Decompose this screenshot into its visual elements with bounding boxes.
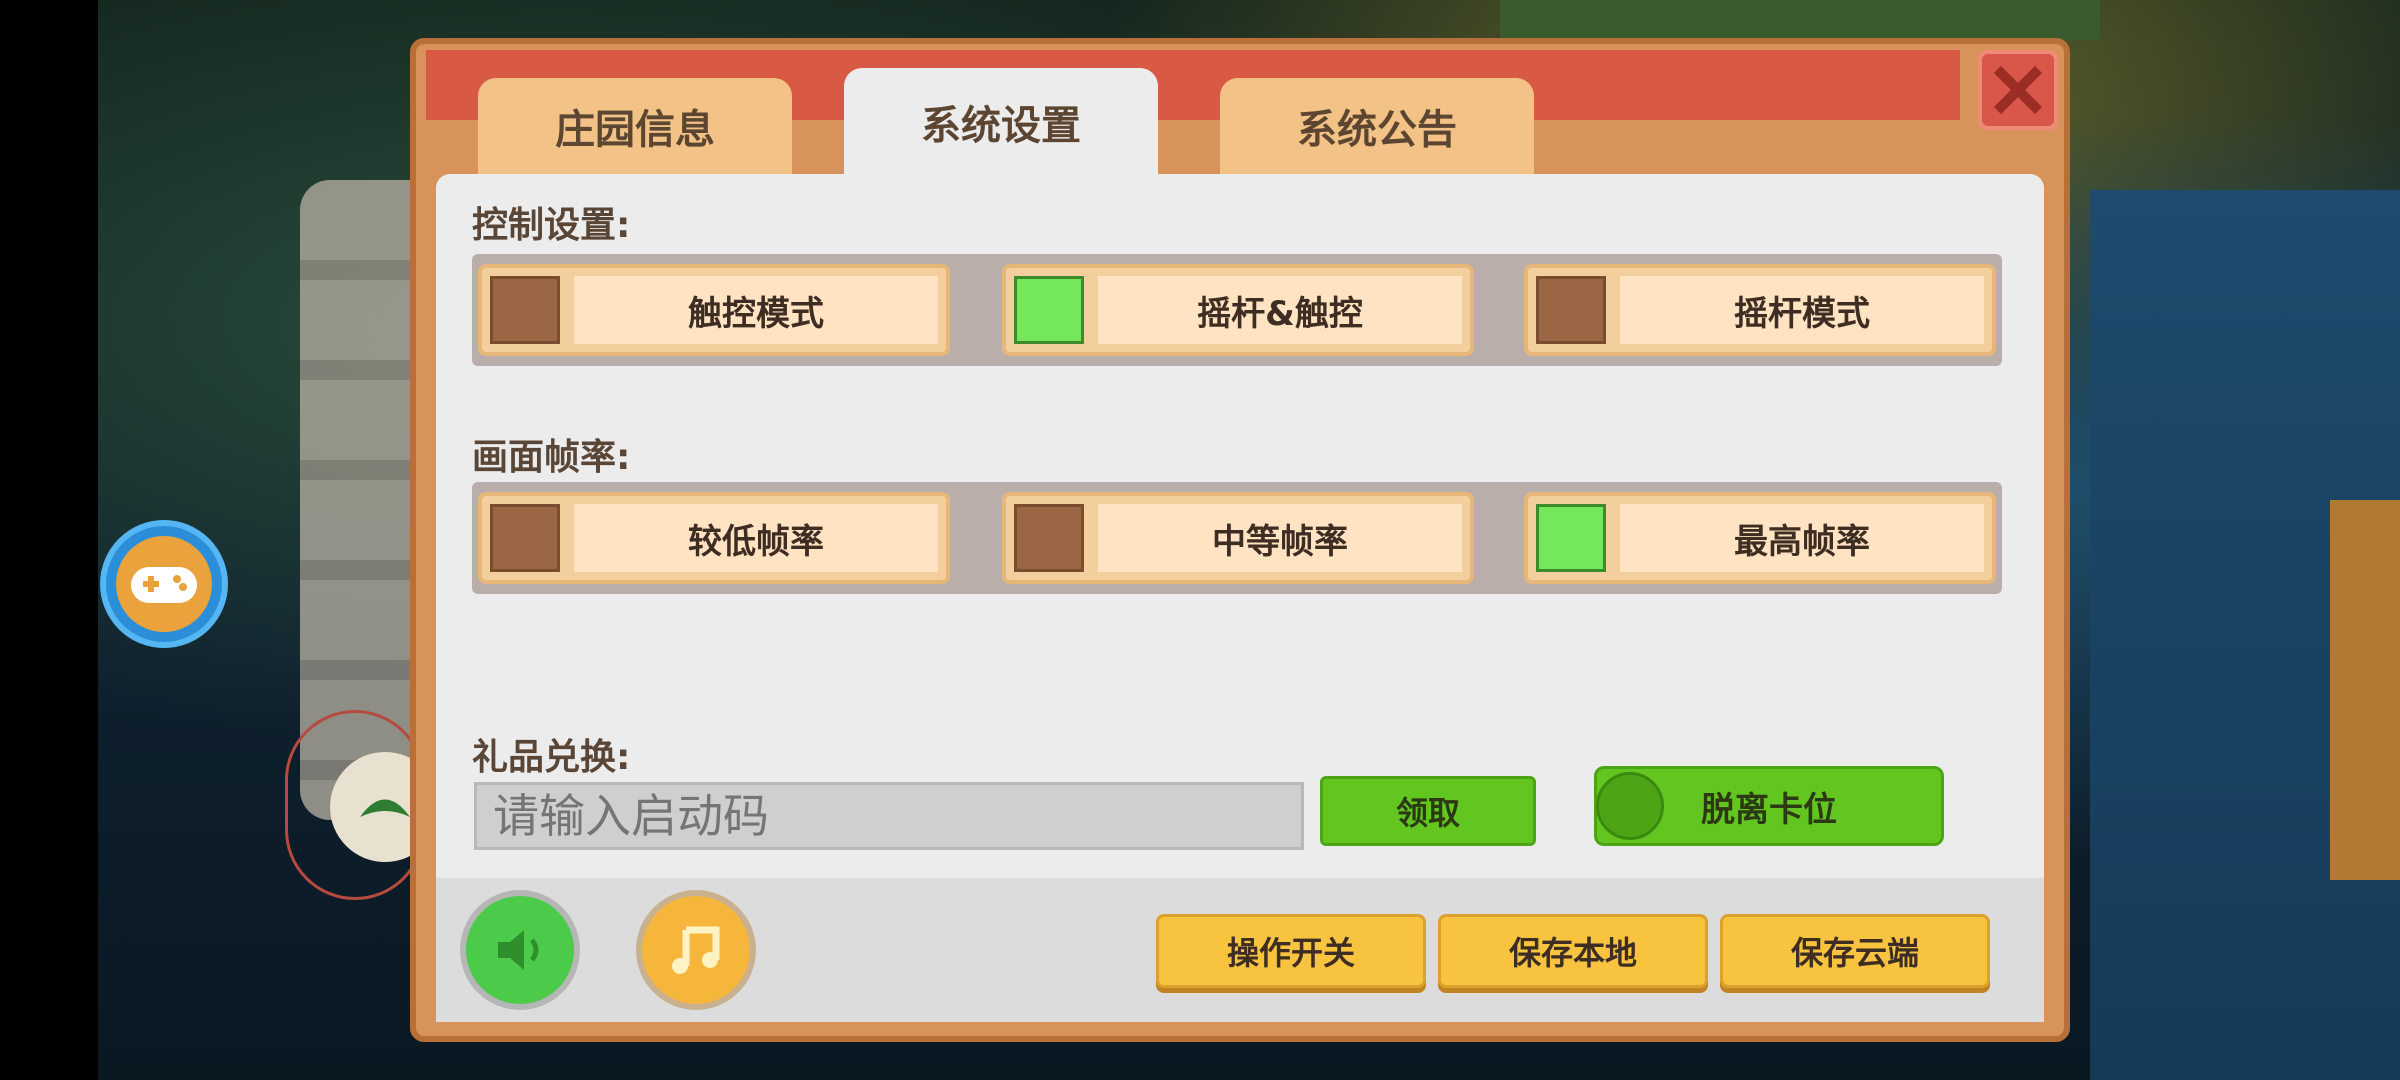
checkbox[interactable] — [1014, 504, 1084, 572]
background-building — [2330, 500, 2400, 880]
framerate-option-high[interactable]: 最高帧率 — [1524, 492, 1996, 584]
option-label: 摇杆模式 — [1620, 276, 1984, 344]
music-toggle-button[interactable] — [636, 890, 756, 1010]
checkbox[interactable] — [490, 504, 560, 572]
control-settings-title: 控制设置: — [472, 205, 631, 246]
checkbox[interactable] — [1536, 276, 1606, 344]
leaf-icon — [360, 799, 410, 817]
background-trees — [1500, 0, 2100, 40]
option-label: 最高帧率 — [1620, 504, 1984, 572]
framerate-option-low[interactable]: 较低帧率 — [478, 492, 950, 584]
tab-estate-info[interactable]: 庄园信息 — [478, 78, 792, 174]
speaker-icon — [498, 930, 539, 970]
control-option-joystick-touch[interactable]: 摇杆&触控 — [1002, 264, 1474, 356]
close-button[interactable] — [1978, 50, 2058, 130]
music-note-icon — [672, 926, 720, 974]
operation-switch-button[interactable]: 操作开关 — [1156, 914, 1426, 988]
save-local-button[interactable]: 保存本地 — [1438, 914, 1708, 988]
option-label: 触控模式 — [574, 276, 938, 344]
control-option-touch[interactable]: 触控模式 — [478, 264, 950, 356]
save-cloud-button[interactable]: 保存云端 — [1720, 914, 1990, 988]
gift-code-input[interactable] — [474, 782, 1304, 850]
option-label: 摇杆&触控 — [1098, 276, 1462, 344]
checkbox[interactable] — [490, 276, 560, 344]
option-label: 中等帧率 — [1098, 504, 1462, 572]
tab-system-announcements[interactable]: 系统公告 — [1220, 78, 1534, 174]
tab-system-settings[interactable]: 系统设置 — [844, 68, 1158, 176]
control-options-row: 触控模式 摇杆&触控 摇杆模式 — [472, 254, 2002, 366]
sound-toggle-button[interactable] — [460, 890, 580, 1010]
unstuck-label: 脱离卡位 — [1701, 789, 1837, 830]
gamepad-button[interactable] — [100, 520, 228, 648]
gamepad-icon — [116, 536, 212, 632]
checkbox-checked[interactable] — [1014, 276, 1084, 344]
framerate-title: 画面帧率: — [472, 437, 631, 478]
close-icon — [1993, 65, 2043, 115]
option-label: 较低帧率 — [574, 504, 938, 572]
framerate-option-medium[interactable]: 中等帧率 — [1002, 492, 1474, 584]
control-option-joystick[interactable]: 摇杆模式 — [1524, 264, 1996, 356]
checkbox-checked[interactable] — [1536, 504, 1606, 572]
unstuck-icon — [1596, 772, 1664, 840]
gift-redeem-title: 礼品兑换: — [472, 737, 631, 778]
framerate-options-row: 较低帧率 中等帧率 最高帧率 — [472, 482, 2002, 594]
claim-button[interactable]: 领取 — [1320, 776, 1536, 846]
